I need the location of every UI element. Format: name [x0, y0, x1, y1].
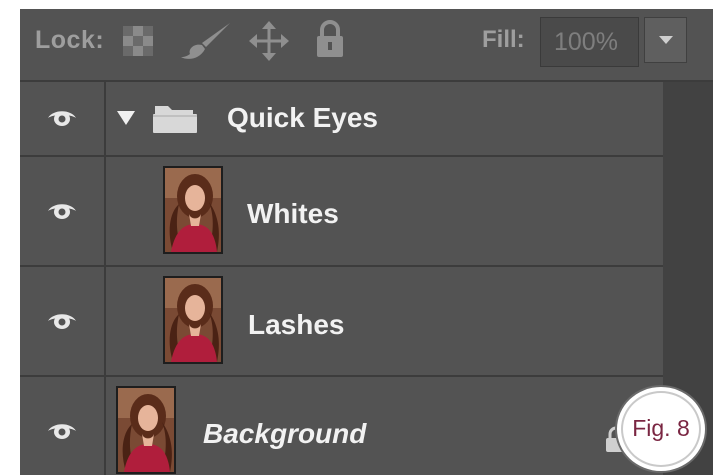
- visibility-toggle[interactable]: [20, 267, 106, 375]
- layer-row-whites[interactable]: Whites: [20, 157, 663, 267]
- layer-row-background[interactable]: Background: [20, 377, 663, 475]
- figure-badge: Fig. 8: [615, 385, 707, 473]
- visibility-toggle[interactable]: [20, 82, 106, 155]
- fill-input[interactable]: 100%: [540, 17, 639, 67]
- lock-position-icon[interactable]: [249, 21, 289, 61]
- eye-icon[interactable]: [47, 310, 77, 330]
- layers-panel: Lock: Fill: 100% Quick Eyes Whites Lashe…: [20, 9, 713, 475]
- lock-label: Lock:: [35, 26, 105, 54]
- layer-thumbnail: [116, 386, 176, 474]
- visibility-toggle[interactable]: [20, 157, 106, 265]
- portrait-thumbnail: [118, 388, 174, 472]
- lock-all-icon[interactable]: [316, 20, 344, 58]
- lock-transparent-pixels-icon[interactable]: [123, 26, 153, 56]
- layer-row-quick-eyes[interactable]: Quick Eyes: [20, 82, 663, 157]
- fill-label: Fill:: [482, 26, 525, 53]
- layer-name: Background: [203, 418, 367, 449]
- visibility-toggle[interactable]: [20, 377, 106, 475]
- eye-icon[interactable]: [47, 420, 77, 440]
- fill-dropdown-button[interactable]: [644, 17, 687, 63]
- eye-icon[interactable]: [47, 200, 77, 220]
- portrait-thumbnail: [165, 168, 221, 252]
- figure-label: Fig. 8: [632, 415, 690, 441]
- lock-image-pixels-icon[interactable]: [180, 21, 232, 61]
- layer-thumbnail: [163, 166, 223, 254]
- folder-icon: [153, 106, 197, 133]
- portrait-thumbnail: [165, 278, 221, 362]
- layer-name: Quick Eyes: [227, 102, 378, 133]
- fill-value: 100%: [554, 28, 618, 56]
- eye-icon[interactable]: [47, 107, 77, 127]
- layers-toolbar: Lock: Fill: 100%: [20, 9, 713, 80]
- layer-thumbnail: [163, 276, 223, 364]
- layer-row-lashes[interactable]: Lashes: [20, 267, 663, 377]
- expand-triangle-icon[interactable]: [117, 111, 135, 125]
- chevron-down-icon: [659, 36, 673, 44]
- layer-name: Lashes: [248, 309, 345, 340]
- layer-name: Whites: [247, 198, 339, 229]
